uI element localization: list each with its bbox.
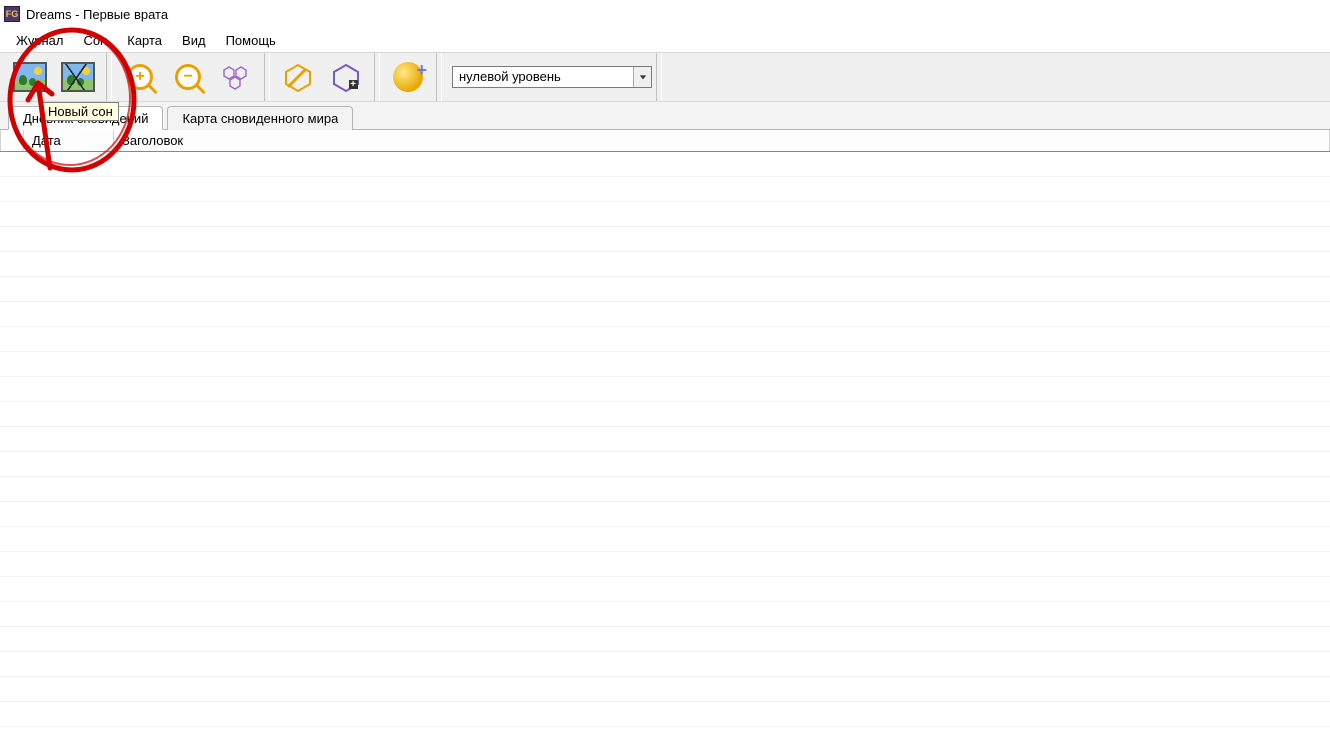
table-row[interactable]: [0, 577, 1330, 602]
table-row[interactable]: [0, 677, 1330, 702]
toolbar-separator: [264, 53, 270, 101]
table-row[interactable]: [0, 477, 1330, 502]
level-combo[interactable]: нулевой уровень: [452, 66, 652, 88]
menu-view[interactable]: Вид: [172, 31, 216, 50]
menu-bar: Журнал Сон Карта Вид Помощь: [0, 28, 1330, 52]
hex-draw-icon: [283, 62, 313, 92]
list-body[interactable]: [0, 152, 1330, 749]
window-title: Dreams - Первые врата: [26, 7, 168, 22]
col-date[interactable]: Дата: [24, 130, 114, 151]
table-row[interactable]: [0, 627, 1330, 652]
list-header: Дата Заголовок: [0, 130, 1330, 152]
table-row[interactable]: [0, 727, 1330, 749]
hex-add-button[interactable]: +: [326, 57, 366, 97]
edit-dream-button[interactable]: [58, 57, 98, 97]
title-bar: FG Dreams - Первые врата: [0, 0, 1330, 28]
toolbar-separator: [374, 53, 380, 101]
app-icon-text: FG: [6, 10, 19, 19]
picture-icon: [13, 62, 47, 92]
table-row[interactable]: [0, 552, 1330, 577]
hex-add-icon: +: [331, 62, 361, 92]
table-row[interactable]: [0, 377, 1330, 402]
new-dream-button[interactable]: [10, 57, 50, 97]
table-row[interactable]: [0, 402, 1330, 427]
table-row[interactable]: [0, 452, 1330, 477]
zoom-in-button[interactable]: +: [120, 57, 160, 97]
table-row[interactable]: [0, 152, 1330, 177]
table-row[interactable]: [0, 702, 1330, 727]
toolbar: + − + +: [0, 52, 1330, 102]
col-title[interactable]: Заголовок: [114, 130, 1330, 151]
table-row[interactable]: [0, 427, 1330, 452]
col-blank[interactable]: [0, 130, 24, 151]
zoom-out-button[interactable]: −: [168, 57, 208, 97]
menu-dream[interactable]: Сон: [73, 31, 117, 50]
table-row[interactable]: [0, 502, 1330, 527]
toolbar-separator: [656, 53, 662, 101]
table-row[interactable]: [0, 252, 1330, 277]
toolbar-separator: [106, 53, 112, 101]
table-row[interactable]: [0, 227, 1330, 252]
globe-plus-icon: +: [393, 62, 423, 92]
picture-broken-icon: [61, 62, 95, 92]
zoom-in-icon: +: [127, 64, 153, 90]
tooltip-new-dream: Новый сон: [42, 102, 119, 121]
hexagons-icon: [221, 62, 251, 92]
toolbar-separator: [436, 53, 442, 101]
menu-help[interactable]: Помощь: [216, 31, 286, 50]
table-row[interactable]: [0, 602, 1330, 627]
table-row[interactable]: [0, 327, 1330, 352]
hex-grid-button[interactable]: [216, 57, 256, 97]
table-row[interactable]: [0, 202, 1330, 227]
globe-add-button[interactable]: +: [388, 57, 428, 97]
app-icon: FG: [4, 6, 20, 22]
tab-strip: Дневник сновидений Карта сновиденного ми…: [0, 102, 1330, 130]
table-row[interactable]: [0, 527, 1330, 552]
menu-journal[interactable]: Журнал: [6, 31, 73, 50]
chevron-down-icon[interactable]: [633, 67, 651, 87]
table-row[interactable]: [0, 652, 1330, 677]
svg-text:+: +: [350, 79, 356, 90]
level-combo-value: нулевой уровень: [453, 67, 633, 87]
table-row[interactable]: [0, 277, 1330, 302]
table-row[interactable]: [0, 352, 1330, 377]
menu-map[interactable]: Карта: [117, 31, 172, 50]
zoom-out-icon: −: [175, 64, 201, 90]
table-row[interactable]: [0, 177, 1330, 202]
table-row[interactable]: [0, 302, 1330, 327]
draw-hex-button[interactable]: [278, 57, 318, 97]
tab-dream-map[interactable]: Карта сновиденного мира: [167, 106, 353, 130]
